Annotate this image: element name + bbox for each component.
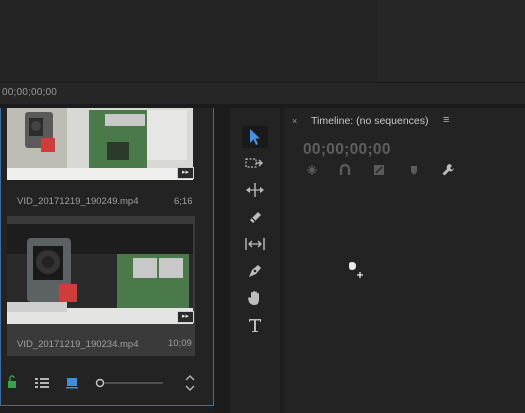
slip-tool-icon[interactable] (242, 233, 268, 255)
linked-selection-icon[interactable] (371, 163, 387, 177)
icon-view-icon[interactable] (66, 378, 78, 389)
pen-tool-icon[interactable] (242, 260, 268, 282)
add-marker-icon[interactable] (406, 163, 422, 177)
sort-icon[interactable] (185, 375, 195, 391)
video-clip-icon: ▸▸ (177, 311, 194, 323)
type-tool-icon[interactable] (242, 314, 268, 336)
clip-name: VID_20171219_190234.mp4 (17, 339, 139, 350)
video-clip-icon: ▸▸ (177, 167, 194, 179)
panel-menu-icon[interactable]: ≡ (443, 114, 449, 126)
lock-icon[interactable] (8, 375, 16, 388)
mouse-cursor-icon (347, 261, 367, 286)
clip-duration: 10;09 (168, 338, 192, 349)
panel-gutter (214, 108, 230, 413)
clip-name: VID_20171219_190249.mp4 (17, 196, 139, 207)
source-timecode[interactable]: 00;00;00;00 (2, 87, 57, 98)
monitor-timecode-bar (0, 82, 525, 105)
clip-thumbnail[interactable] (7, 108, 193, 180)
zoom-slider[interactable] (95, 378, 164, 388)
source-monitor-viewer (0, 0, 377, 82)
hand-tool-icon[interactable] (242, 287, 268, 309)
project-panel-footer (0, 368, 214, 398)
clip-thumbnail[interactable] (7, 224, 193, 324)
program-monitor-viewer (377, 0, 525, 82)
nest-sequence-icon[interactable] (304, 163, 320, 177)
timeline-tab-title[interactable]: Timeline: (no sequences) (311, 115, 429, 127)
timeline-timecode[interactable]: 00;00;00;00 (303, 141, 391, 159)
close-icon[interactable]: × (292, 116, 297, 126)
snap-icon[interactable] (337, 163, 353, 177)
track-select-forward-tool-icon[interactable] (242, 152, 268, 174)
clip-duration: 6;16 (174, 196, 193, 207)
ripple-edit-tool-icon[interactable] (242, 179, 268, 201)
razor-tool-icon[interactable] (242, 206, 268, 228)
selection-tool-icon[interactable] (242, 126, 268, 148)
wrench-icon[interactable] (440, 163, 456, 177)
list-view-icon[interactable] (35, 378, 49, 388)
